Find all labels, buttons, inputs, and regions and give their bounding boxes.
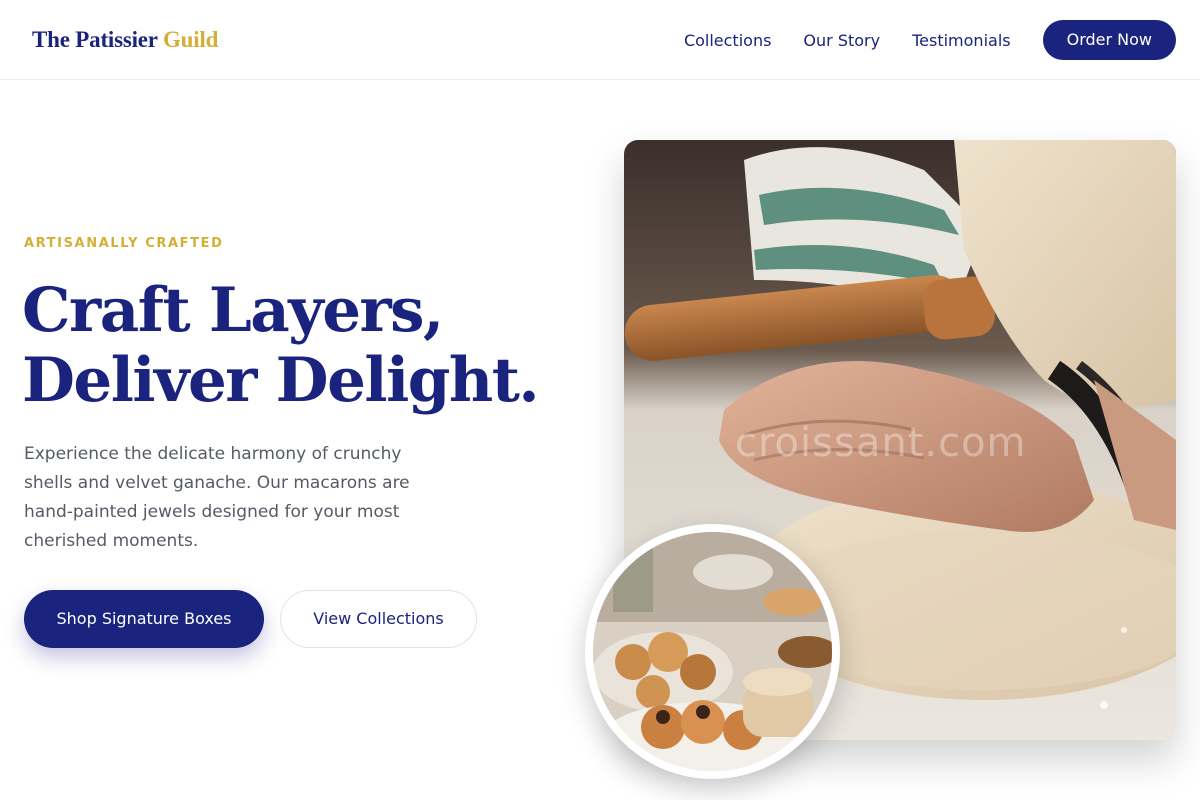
pastry-display-illustration: [593, 532, 832, 771]
hero-headline-line-1: Craft Layers,: [22, 275, 444, 346]
order-now-button[interactable]: Order Now: [1042, 20, 1176, 60]
hero-description: Experience the delicate harmony of crunc…: [24, 444, 410, 551]
brand-name-accent: Guild: [162, 27, 219, 52]
nav-link-collections[interactable]: Collections: [684, 31, 771, 50]
brand-logo[interactable]: The Patissier Guild: [32, 24, 218, 56]
nav-link-our-story[interactable]: Our Story: [803, 31, 880, 50]
image-watermark: croissant.com: [735, 420, 1027, 466]
nav-link-testimonials[interactable]: Testimonials: [912, 31, 1011, 50]
main-nav: Collections Our Story Testimonials Order…: [684, 20, 1176, 60]
pastry-display-inset: [585, 524, 840, 779]
shop-signature-boxes-button[interactable]: Shop Signature Boxes: [24, 590, 264, 648]
hero-eyebrow: ARTISANALLY CRAFTED: [24, 236, 224, 251]
brand-name-main: The Patissier: [32, 27, 163, 52]
pastry-display-image: [593, 532, 832, 771]
hero-headline-line-2: Deliver Delight.: [22, 345, 540, 416]
hero-headline: Craft Layers, Deliver Delight.: [22, 276, 602, 416]
site-header: The Patissier Guild Collections Our Stor…: [0, 0, 1200, 80]
view-collections-button[interactable]: View Collections: [280, 590, 477, 648]
